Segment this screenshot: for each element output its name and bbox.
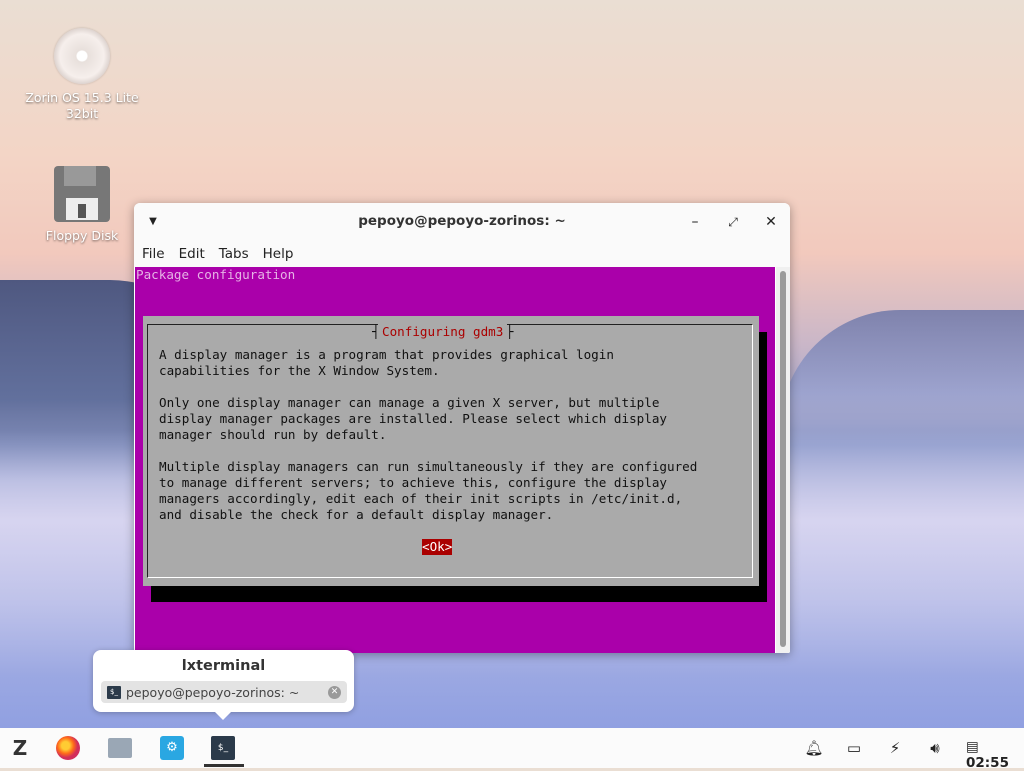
files-icon[interactable]: [108, 738, 132, 758]
close-icon[interactable]: ✕: [760, 211, 782, 233]
dialog-message: A display manager is a program that prov…: [159, 347, 698, 522]
zorin-menu-icon[interactable]: Z: [8, 736, 32, 760]
debconf-dialog: Configuring gdm3 A display manager is a …: [143, 316, 759, 586]
scrollbar-thumb[interactable]: [780, 271, 786, 647]
background-hill-right: [780, 310, 1024, 430]
menu-bar: File Edit Tabs Help: [134, 241, 790, 267]
desktop-icon-label: Zorin OS 15.3 Lite: [25, 90, 139, 105]
package-configuration-header: Package configuration: [136, 267, 296, 282]
clock-time: 02:55: [966, 755, 1009, 771]
popup-window-label: pepoyo@pepoyo-zorinos: ~: [126, 684, 300, 700]
volume-icon[interactable]: 🔊︎: [924, 737, 946, 759]
calendar-icon: ▤: [966, 739, 979, 755]
notification-bell-icon[interactable]: 🔔︎: [803, 737, 825, 759]
display-icon[interactable]: ▭: [843, 737, 865, 759]
disc-icon: [54, 28, 110, 84]
desktop-icon-zorin-disc[interactable]: Zorin OS 15.3 Lite 32bit: [22, 28, 142, 122]
active-indicator: [204, 764, 244, 767]
terminal-window: ▼ pepoyo@pepoyo-zorinos: ~ – ⤢ ✕ File Ed…: [134, 203, 790, 653]
desktop-icon-label-line2: 32bit: [65, 106, 99, 121]
taskbar: Z ⚙ $_ 🔔︎ ▭ ⚡︎ 🔊︎ ▤ 02:55: [0, 728, 1024, 771]
software-store-icon[interactable]: ⚙: [160, 736, 184, 760]
popup-window-item[interactable]: $_ pepoyo@pepoyo-zorinos: ~ ✕: [101, 681, 347, 703]
terminal-scrollbar[interactable]: [776, 267, 790, 653]
popup-app-name: lxterminal: [181, 658, 266, 674]
terminal-icon: $_: [107, 685, 121, 699]
menu-edit[interactable]: Edit: [179, 241, 211, 267]
desktop-icon-label: Floppy Disk: [45, 228, 119, 243]
menu-file[interactable]: File: [142, 241, 171, 267]
maximize-icon[interactable]: ⤢: [722, 211, 744, 233]
terminal-area[interactable]: Package configuration Configuring gdm3 A…: [135, 267, 775, 653]
menu-tabs[interactable]: Tabs: [219, 241, 255, 267]
clock[interactable]: ▤ 02:55: [966, 739, 1024, 771]
popup-close-icon[interactable]: ✕: [328, 685, 341, 699]
terminal-taskbar-icon[interactable]: $_: [211, 736, 235, 760]
taskbar-window-popup: lxterminal $_ pepoyo@pepoyo-zorinos: ~ ✕: [93, 650, 354, 720]
desktop-icon-floppy[interactable]: Floppy Disk: [22, 166, 142, 244]
ok-button[interactable]: <Ok>: [422, 539, 453, 555]
minimize-icon[interactable]: –: [684, 211, 706, 233]
window-titlebar[interactable]: ▼ pepoyo@pepoyo-zorinos: ~ – ⤢ ✕: [134, 203, 790, 241]
dialog-title: Configuring gdm3: [372, 324, 514, 340]
power-icon[interactable]: ⚡︎: [884, 737, 906, 759]
menu-help[interactable]: Help: [263, 241, 300, 267]
floppy-disk-icon: [54, 166, 110, 222]
firefox-icon[interactable]: [56, 736, 80, 760]
